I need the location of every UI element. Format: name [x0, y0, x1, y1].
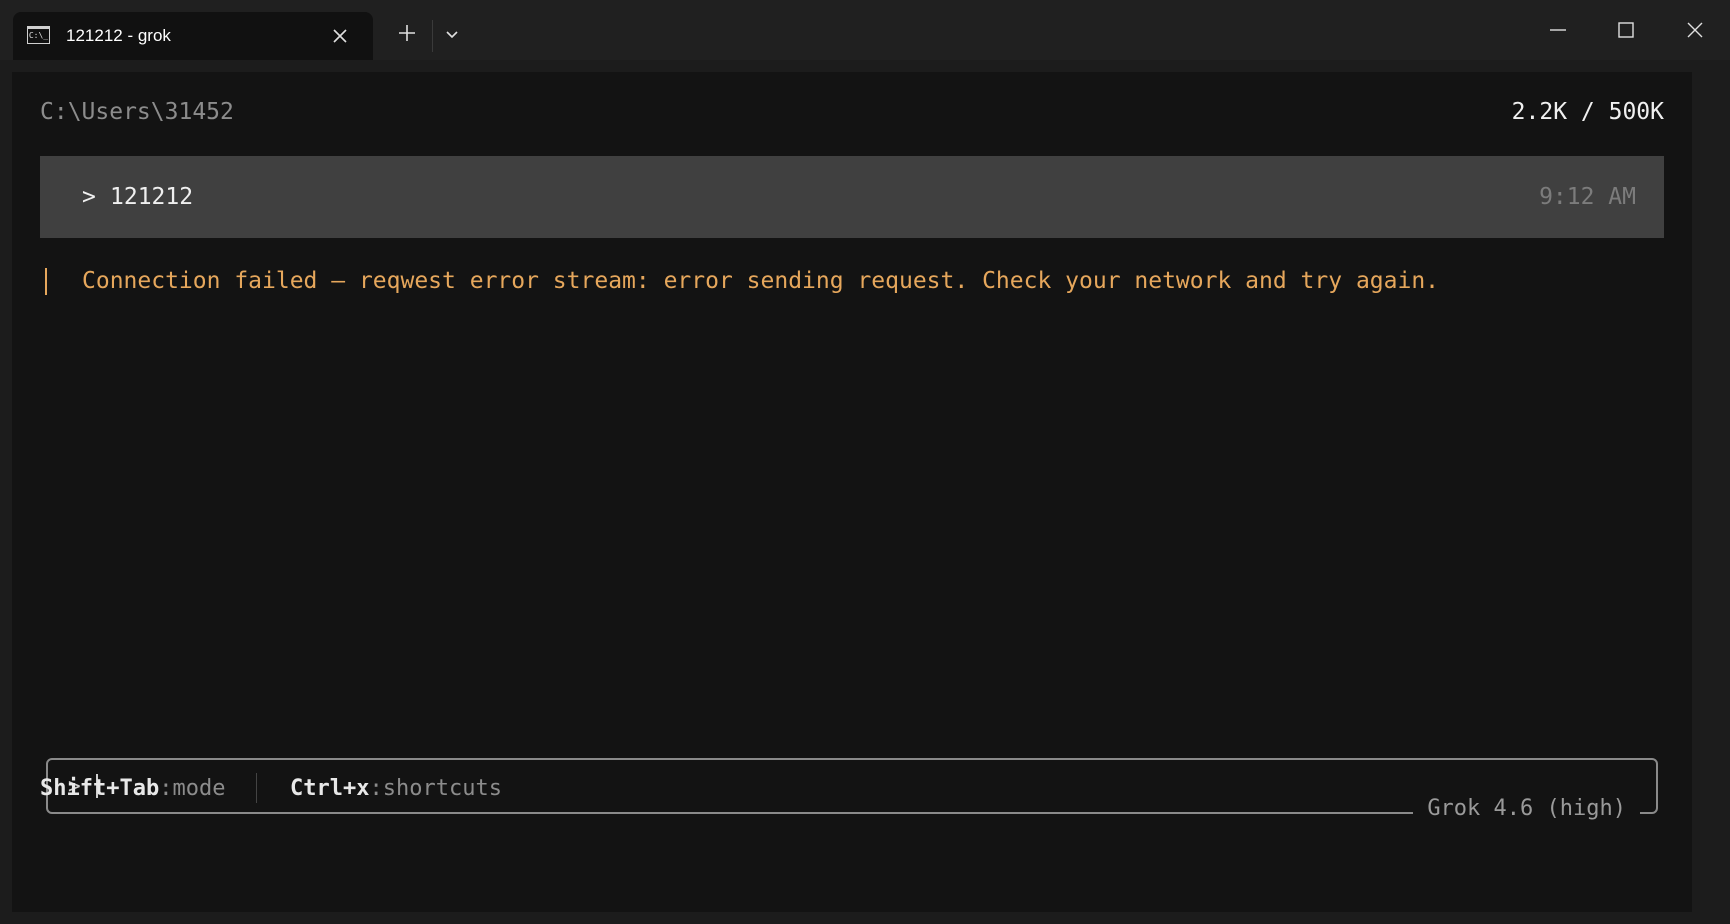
tab-active[interactable]: C:\_ 121212 - grok — [13, 12, 373, 60]
mode-key: Shift+Tab — [40, 776, 160, 801]
tab-separator — [432, 20, 433, 52]
shortcuts-key: Ctrl+x — [290, 776, 370, 801]
model-label: Grok 4.6 (high) — [1413, 796, 1640, 822]
terminal-icon: C:\_ — [27, 26, 50, 44]
shortcuts-hint: Ctrl+x:shortcuts — [290, 775, 502, 803]
footer-separator — [256, 773, 257, 803]
window-border — [1692, 60, 1730, 924]
message-prompt: > — [82, 184, 96, 210]
plus-icon[interactable] — [396, 22, 418, 44]
token-usage: 2.2K / 500K — [1511, 99, 1664, 125]
message-timestamp: 9:12 AM — [1539, 184, 1636, 210]
mode-hint: Shift+Tab:mode — [40, 775, 225, 803]
working-directory: C:\Users\31452 — [40, 99, 234, 125]
prompt-input-box[interactable]: > Grok 4.6 (high) — [46, 758, 1658, 822]
terminal-window: C:\_ 121212 - grok C:\Users\31452 2.2K /… — [0, 0, 1730, 924]
close-icon[interactable] — [330, 26, 350, 46]
footer-hints: Shift+Tab:mode Ctrl+x:shortcuts — [40, 773, 502, 915]
terminal-area[interactable]: C:\Users\31452 2.2K / 500K > 121212 9:12… — [12, 72, 1692, 912]
minimize-icon[interactable] — [1546, 18, 1570, 42]
user-message: > 121212 9:12 AM — [40, 156, 1664, 238]
error-indicator — [45, 268, 47, 295]
message-text: 121212 — [110, 184, 194, 210]
title-bar: C:\_ 121212 - grok — [0, 0, 1730, 60]
close-window-icon[interactable] — [1683, 18, 1707, 42]
error-message: Connection failed — reqwest error stream… — [82, 268, 1440, 294]
tab-title: 121212 - grok — [66, 26, 171, 45]
shortcuts-desc: :shortcuts — [369, 776, 502, 801]
mode-desc: :mode — [159, 776, 226, 801]
maximize-icon[interactable] — [1614, 18, 1638, 42]
chevron-down-icon[interactable] — [444, 26, 460, 42]
